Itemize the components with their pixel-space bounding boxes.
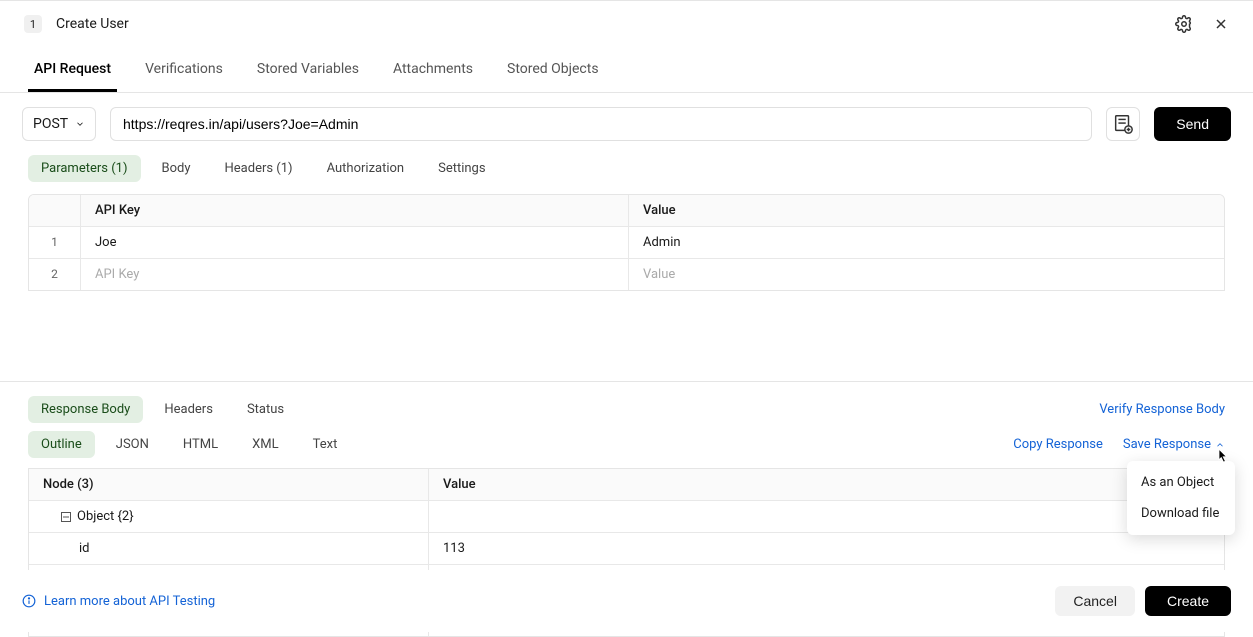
chevron-up-icon — [1215, 440, 1225, 450]
url-input[interactable] — [110, 107, 1092, 141]
pill-authorization[interactable]: Authorization — [314, 155, 418, 182]
pill-outline[interactable]: Outline — [28, 431, 95, 458]
create-button[interactable]: Create — [1145, 586, 1231, 616]
col-num-header — [29, 195, 81, 226]
pill-parameters[interactable]: Parameters (1) — [28, 155, 141, 182]
tree-id-node[interactable]: id — [29, 533, 429, 564]
save-response-menu: As an Object Download file — [1127, 461, 1235, 535]
pill-settings[interactable]: Settings — [425, 155, 498, 182]
add-note-icon[interactable] — [1106, 107, 1140, 141]
col-key-header: API Key — [81, 195, 629, 226]
info-icon — [22, 594, 36, 608]
chevron-down-icon — [75, 119, 85, 129]
save-response-label: Save Response — [1123, 437, 1211, 452]
titlebar: 1 Create User — [0, 0, 1253, 43]
menu-download-file[interactable]: Download file — [1127, 498, 1235, 529]
pill-response-body[interactable]: Response Body — [28, 396, 143, 423]
pill-xml[interactable]: XML — [239, 431, 292, 458]
param-value-placeholder[interactable]: Value — [629, 259, 1224, 290]
tab-stored-variables[interactable]: Stored Variables — [251, 49, 365, 92]
footer: Learn more about API Testing Cancel Crea… — [0, 570, 1253, 632]
row-number: 2 — [29, 259, 81, 290]
cancel-button[interactable]: Cancel — [1055, 586, 1135, 616]
param-value-cell[interactable]: Admin — [629, 227, 1224, 258]
pill-response-status[interactable]: Status — [234, 396, 297, 423]
tab-attachments[interactable]: Attachments — [387, 49, 479, 92]
tree-id-value: 113 — [429, 533, 1224, 564]
tree-object-node[interactable]: Object {2} — [29, 501, 429, 532]
page-title: Create User — [56, 16, 129, 32]
param-tabs: Parameters (1) Body Headers (1) Authoriz… — [0, 155, 1253, 194]
collapse-icon — [61, 512, 71, 522]
step-badge: 1 — [24, 15, 42, 33]
pill-text[interactable]: Text — [300, 431, 351, 458]
tree-node-label: Object {2} — [77, 509, 134, 524]
learn-more-label: Learn more about API Testing — [44, 594, 215, 609]
send-button[interactable]: Send — [1154, 107, 1231, 141]
method-select[interactable]: POST — [22, 107, 96, 141]
tree-value-header: Value — [429, 469, 1224, 500]
menu-as-object[interactable]: As an Object — [1127, 467, 1235, 498]
request-row: POST Send — [0, 93, 1253, 155]
top-tabs: API Request Verifications Stored Variabl… — [0, 49, 1253, 93]
close-icon[interactable] — [1213, 16, 1229, 32]
pill-json[interactable]: JSON — [103, 431, 162, 458]
tree-node-header: Node (3) — [29, 469, 429, 500]
verify-response-link[interactable]: Verify Response Body — [1099, 402, 1225, 417]
pill-html[interactable]: HTML — [170, 431, 231, 458]
tab-verifications[interactable]: Verifications — [139, 49, 229, 92]
tab-stored-objects[interactable]: Stored Objects — [501, 49, 605, 92]
copy-response-link[interactable]: Copy Response — [1013, 437, 1103, 452]
tree-node-value — [429, 501, 1224, 532]
tab-api-request[interactable]: API Request — [28, 49, 117, 92]
save-response-link[interactable]: Save Response — [1123, 437, 1225, 452]
params-table: API Key Value 1 Joe Admin 2 API Key Valu… — [28, 194, 1225, 291]
pill-body[interactable]: Body — [149, 155, 204, 182]
method-value: POST — [33, 116, 68, 132]
param-key-cell[interactable]: Joe — [81, 227, 629, 258]
row-number: 1 — [29, 227, 81, 258]
pill-headers[interactable]: Headers (1) — [212, 155, 306, 182]
learn-more-link[interactable]: Learn more about API Testing — [22, 594, 215, 609]
param-key-placeholder[interactable]: API Key — [81, 259, 629, 290]
gear-icon[interactable] — [1175, 15, 1193, 33]
col-value-header: Value — [629, 195, 1224, 226]
pill-response-headers[interactable]: Headers — [151, 396, 226, 423]
